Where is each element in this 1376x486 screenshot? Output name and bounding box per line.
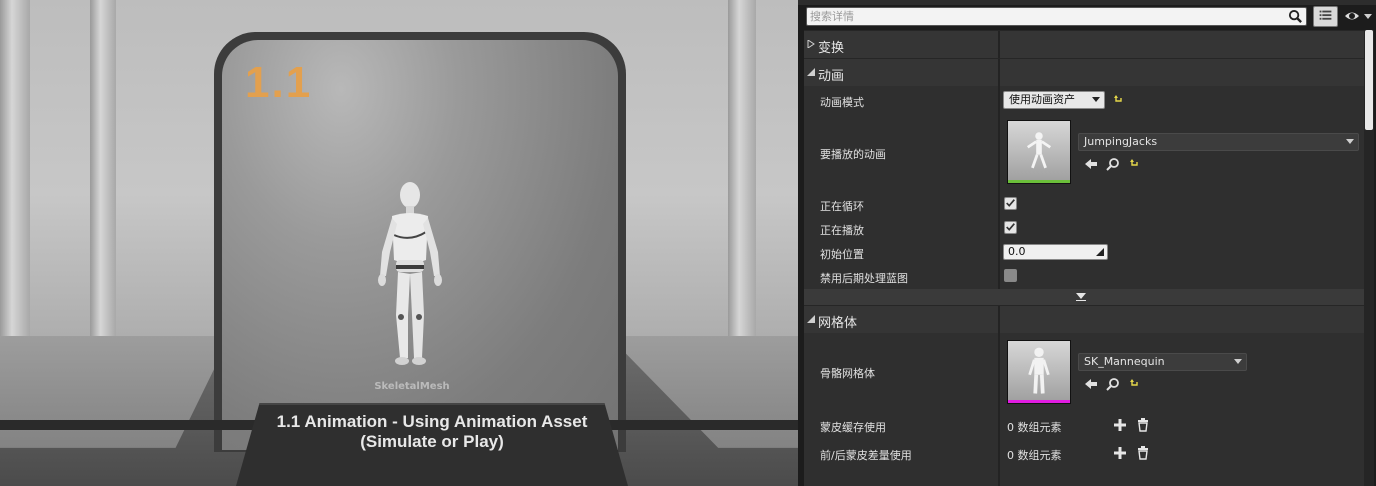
initial-position-value: 0.0 — [1008, 245, 1026, 258]
category-animation[interactable]: 动画 — [804, 58, 1364, 86]
column-divider — [998, 306, 1000, 333]
column-divider — [998, 86, 1000, 289]
disable-post-process-label: 禁用后期处理蓝图 — [820, 272, 908, 285]
anim-asset-thumbnail[interactable] — [1007, 120, 1071, 184]
scrollbar-thumb[interactable] — [1365, 30, 1373, 130]
mesh-asset-thumbnail[interactable] — [1007, 340, 1071, 404]
checkmark-icon — [1006, 223, 1015, 231]
caption-title: 1.1 Animation - Using Animation Asset — [276, 412, 588, 431]
anim-asset-picker[interactable]: JumpingJacks — [1078, 133, 1359, 151]
arrow-left-icon[interactable] — [1084, 157, 1098, 171]
trash-icon[interactable] — [1136, 446, 1150, 460]
chevron-down-icon — [1234, 359, 1242, 364]
magnifier-icon[interactable] — [1106, 377, 1120, 391]
anim-to-play-label: 要播放的动画 — [820, 148, 886, 161]
anim-mode-dropdown[interactable]: 使用动画资产 — [1003, 91, 1105, 109]
column-divider — [998, 31, 1000, 58]
skeletal-mesh-label: 骨骼网格体 — [820, 367, 875, 380]
actor-label: SkeletalMesh — [374, 381, 450, 392]
expand-down-icon — [1076, 293, 1086, 301]
eye-icon[interactable] — [1343, 8, 1373, 25]
category-label: 网格体 — [818, 316, 858, 331]
plus-icon[interactable] — [1113, 446, 1127, 460]
view-options-button[interactable] — [1313, 6, 1338, 27]
advanced-expander[interactable] — [804, 289, 1364, 305]
anim-asset-name: JumpingJacks — [1084, 135, 1158, 148]
chevron-down-icon — [1092, 97, 1100, 102]
caption-subtitle: (Simulate or Play) — [360, 432, 504, 451]
asset-type-bar — [1008, 180, 1070, 183]
search-icon[interactable] — [1288, 9, 1303, 24]
magnifier-icon[interactable] — [1106, 157, 1120, 171]
expanded-arrow-icon — [807, 68, 815, 76]
expanded-arrow-icon — [807, 315, 815, 323]
disable-post-process-checkbox[interactable] — [1004, 269, 1017, 282]
search-input[interactable] — [810, 9, 1280, 24]
column-divider — [998, 59, 1000, 86]
initial-position-field[interactable]: 0.0 — [1003, 244, 1108, 260]
reset-to-default-icon[interactable] — [1130, 159, 1139, 168]
list-icon — [1319, 10, 1332, 20]
playing-label: 正在播放 — [820, 224, 864, 237]
plus-icon[interactable] — [1113, 418, 1127, 432]
checkmark-icon — [1006, 199, 1015, 207]
category-mesh[interactable]: 网格体 — [804, 305, 1364, 333]
reset-to-default-icon[interactable] — [1130, 379, 1139, 388]
arrow-left-icon[interactable] — [1084, 377, 1098, 391]
anim-mode-label: 动画模式 — [820, 96, 864, 109]
mesh-properties: 骨骼网格体 SK_Mannequin 蒙皮缓存使用 0 数组元素 前/后蒙皮差量… — [804, 333, 1364, 486]
anim-mode-value: 使用动画资产 — [1009, 93, 1075, 106]
collapsed-arrow-icon — [807, 40, 815, 48]
looping-checkbox[interactable] — [1004, 197, 1017, 210]
column-divider — [998, 333, 1000, 486]
level-number: 1.1 — [245, 58, 313, 107]
category-label: 动画 — [818, 69, 845, 84]
reset-to-default-icon[interactable] — [1114, 95, 1123, 104]
jumping-figure-icon — [1026, 132, 1052, 169]
skin-cache-count: 0 数组元素 — [1007, 421, 1062, 434]
animation-properties: 动画模式 使用动画资产 要播放的动画 JumpingJacks 正在循环 正在播… — [804, 86, 1364, 289]
trash-icon[interactable] — [1136, 418, 1150, 432]
chevron-down-icon — [1346, 139, 1354, 144]
panel-top-strip — [798, 0, 1376, 5]
level-caption: 1.1 Animation - Using Animation Asset (S… — [250, 412, 614, 452]
skin-cache-label: 蒙皮缓存使用 — [820, 421, 886, 434]
mannequin-icon — [1028, 347, 1050, 394]
mesh-asset-name: SK_Mannequin — [1084, 355, 1165, 368]
level-viewport[interactable]: 1.1 SkeletalMesh 1.1 Animation - Using A… — [0, 0, 798, 486]
mannequin-character[interactable] — [370, 180, 450, 370]
morph-target-count: 0 数组元素 — [1007, 449, 1062, 462]
mesh-asset-picker[interactable]: SK_Mannequin — [1078, 353, 1247, 371]
playing-checkbox[interactable] — [1004, 221, 1017, 234]
details-panel: 变换 动画 动画模式 使用动画资产 要播放的动画 — [798, 0, 1376, 486]
asset-type-bar — [1008, 400, 1070, 403]
category-transform[interactable]: 变换 — [804, 30, 1364, 58]
looping-label: 正在循环 — [820, 200, 864, 213]
initial-position-label: 初始位置 — [820, 248, 864, 261]
category-label: 变换 — [818, 41, 845, 56]
drag-handle-icon — [1096, 248, 1104, 256]
morph-target-label: 前/后蒙皮差量使用 — [820, 449, 912, 462]
search-bar[interactable] — [806, 7, 1307, 26]
